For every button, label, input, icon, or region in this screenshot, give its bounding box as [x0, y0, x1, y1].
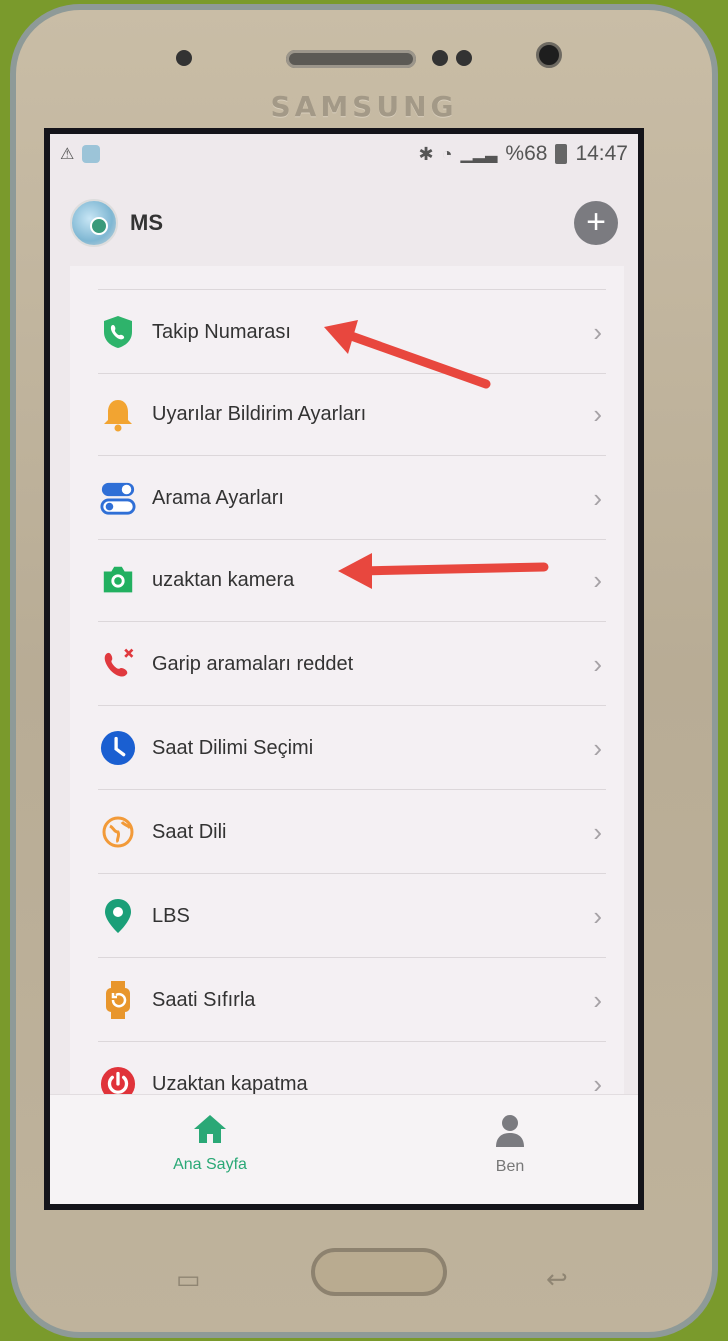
nav-home[interactable]: Ana Sayfa — [160, 1113, 260, 1174]
warning-icon: ⚠ — [60, 146, 75, 163]
menu-item-saati-sifirla[interactable]: Saati Sıfırla › — [70, 958, 624, 1042]
bell-icon — [100, 396, 136, 432]
menu-item-saat-dili[interactable]: Saat Dili › — [70, 790, 624, 874]
menu-item-label: uzaktan kamera — [152, 568, 295, 591]
location-pin-icon — [100, 898, 136, 934]
add-device-button[interactable]: + — [574, 201, 618, 245]
battery-icon — [555, 144, 568, 164]
signal-icon: ▁▂▃ — [460, 146, 498, 163]
front-camera — [536, 42, 562, 68]
bottom-nav: Ana Sayfa Ben — [50, 1094, 638, 1204]
menu-item-garip-aramalar[interactable]: Garip aramaları reddet › — [70, 622, 624, 706]
bluetooth-icon: ✱ — [418, 143, 434, 164]
globe-icon — [100, 814, 136, 850]
menu-item-label: Saat Dilimi Seçimi — [152, 736, 314, 759]
light-sensor-2 — [456, 50, 472, 66]
menu-item-label: Saati Sıfırla — [152, 988, 256, 1011]
home-icon — [194, 1115, 226, 1143]
nav-home-label: Ana Sayfa — [173, 1156, 247, 1173]
app-display: ⚠ ✱ ◔ ▁▂▃ %68 14:47 MS + Takip Numarası … — [50, 134, 638, 1204]
chevron-right-icon: › — [593, 398, 602, 429]
settings-menu: Takip Numarası › Uyarılar Bildirim Ayarl… — [70, 266, 624, 1100]
brand-logo: SAMSUNG — [270, 90, 458, 123]
clock-icon — [100, 730, 136, 766]
chevron-right-icon: › — [593, 564, 602, 595]
device-name: MS — [130, 210, 163, 235]
app-header: MS + — [50, 178, 638, 268]
chevron-right-icon: › — [593, 482, 602, 513]
battery-percent: %68 — [505, 142, 548, 165]
earpiece-speaker — [286, 50, 416, 68]
partial-list-item[interactable] — [70, 266, 624, 290]
menu-item-label: Garip aramaları reddet — [152, 652, 354, 675]
recent-apps-key[interactable]: ▭ — [176, 1264, 201, 1295]
menu-item-takip-numarasi[interactable]: Takip Numarası › — [70, 290, 624, 374]
nav-me[interactable]: Ben — [460, 1113, 560, 1176]
menu-item-uzaktan-kapatma[interactable]: Uzaktan kapatma › — [70, 1042, 624, 1100]
menu-item-label: Saat Dili — [152, 820, 227, 843]
clock-time: 14:47 — [575, 142, 628, 165]
avatar[interactable] — [70, 199, 118, 247]
menu-item-uzaktan-kamera[interactable]: uzaktan kamera › — [70, 538, 624, 622]
app-notification-icon — [82, 145, 101, 163]
menu-item-label: Arama Ayarları — [152, 486, 284, 509]
toggle-icon — [100, 480, 136, 516]
person-icon — [496, 1115, 524, 1147]
wifi-icon: ◔ — [441, 143, 453, 164]
chevron-right-icon: › — [593, 900, 602, 931]
menu-item-uyarilar[interactable]: Uyarılar Bildirim Ayarları › — [70, 372, 624, 456]
status-bar: ⚠ ✱ ◔ ▁▂▃ %68 14:47 — [50, 134, 638, 174]
menu-item-label: Takip Numarası — [152, 320, 291, 343]
proximity-sensor — [176, 50, 192, 66]
chevron-right-icon: › — [593, 648, 602, 679]
screen: ⚠ ✱ ◔ ▁▂▃ %68 14:47 MS + Takip Numarası … — [44, 128, 644, 1210]
chevron-right-icon: › — [593, 316, 602, 347]
menu-item-lbs[interactable]: LBS › — [70, 874, 624, 958]
menu-item-arama-ayarlari[interactable]: Arama Ayarları › — [70, 456, 624, 540]
phone-reject-icon — [100, 646, 136, 682]
menu-item-saat-dilimi[interactable]: Saat Dilimi Seçimi › — [70, 706, 624, 790]
menu-item-label: Uzaktan kapatma — [152, 1072, 308, 1095]
light-sensor — [432, 50, 448, 66]
watch-icon — [100, 981, 136, 1019]
chevron-right-icon: › — [593, 816, 602, 847]
home-key[interactable] — [311, 1248, 447, 1296]
chevron-right-icon: › — [593, 984, 602, 1015]
menu-item-label: LBS — [152, 904, 190, 927]
shield-phone-icon — [100, 314, 136, 350]
back-key[interactable]: ↩ — [546, 1264, 568, 1295]
chevron-right-icon: › — [593, 732, 602, 763]
nav-me-label: Ben — [495, 1158, 525, 1175]
menu-item-label: Uyarılar Bildirim Ayarları — [152, 402, 367, 425]
camera-icon — [100, 562, 136, 598]
